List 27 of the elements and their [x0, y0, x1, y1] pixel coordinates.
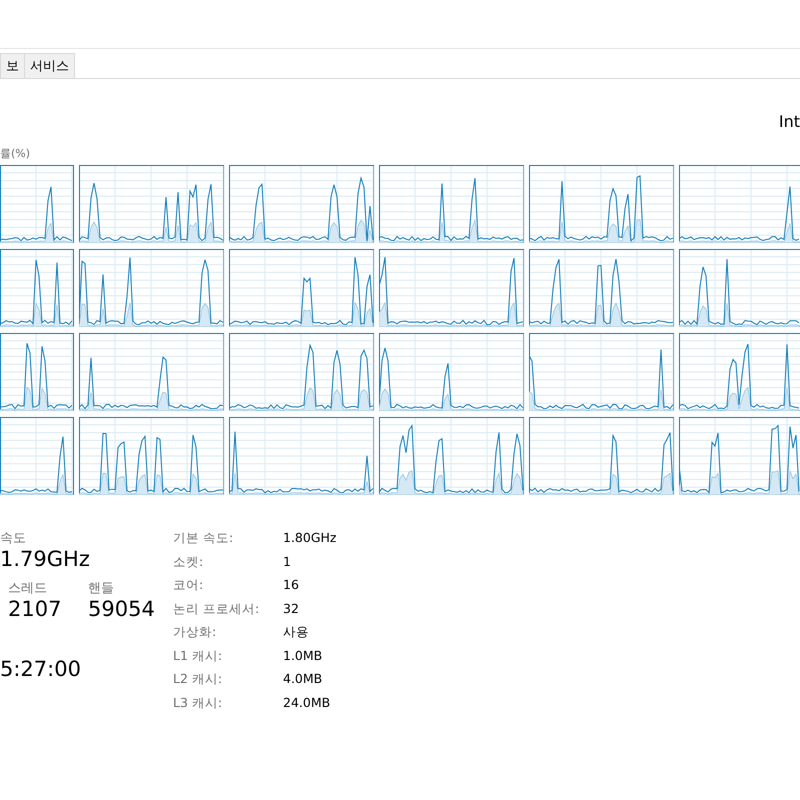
spec-value: 24.0MB	[283, 694, 332, 712]
spec-value: 1	[283, 552, 292, 570]
tab[interactable]: 보	[0, 53, 25, 78]
spec-value: 1.0MB	[283, 646, 324, 664]
spec-value: 1.80GHz	[283, 529, 336, 547]
tab[interactable]: 서비스	[24, 53, 75, 78]
spec-label: 기본 속도:	[173, 529, 234, 547]
counter-label: 핸들	[88, 580, 114, 597]
processor-name: Int	[778, 112, 800, 131]
speed-label: 속도	[0, 530, 26, 547]
spec-label: 코어:	[173, 576, 204, 594]
counter-value: 59054	[88, 597, 155, 621]
counter-value: 2107	[8, 597, 62, 621]
spec-label: 소켓:	[173, 552, 204, 570]
spec-value: 4.0MB	[283, 670, 324, 688]
spec-label: 논리 프로세서:	[173, 600, 260, 618]
spec-label: L2 캐시:	[173, 670, 224, 688]
spec-value: 사용	[283, 623, 310, 641]
counter-label: 스레드	[8, 580, 47, 597]
spec-label: L3 캐시:	[173, 694, 224, 712]
graph-label: 률(%)	[0, 146, 30, 161]
spec-label: L1 캐시:	[173, 646, 224, 664]
spec-value: 16	[283, 576, 300, 594]
spec-value: 32	[283, 600, 300, 618]
spec-label: 가상화:	[173, 623, 218, 641]
speed-value: 1.79GHz	[0, 547, 90, 571]
uptime-value: 5:27:00	[0, 657, 81, 681]
